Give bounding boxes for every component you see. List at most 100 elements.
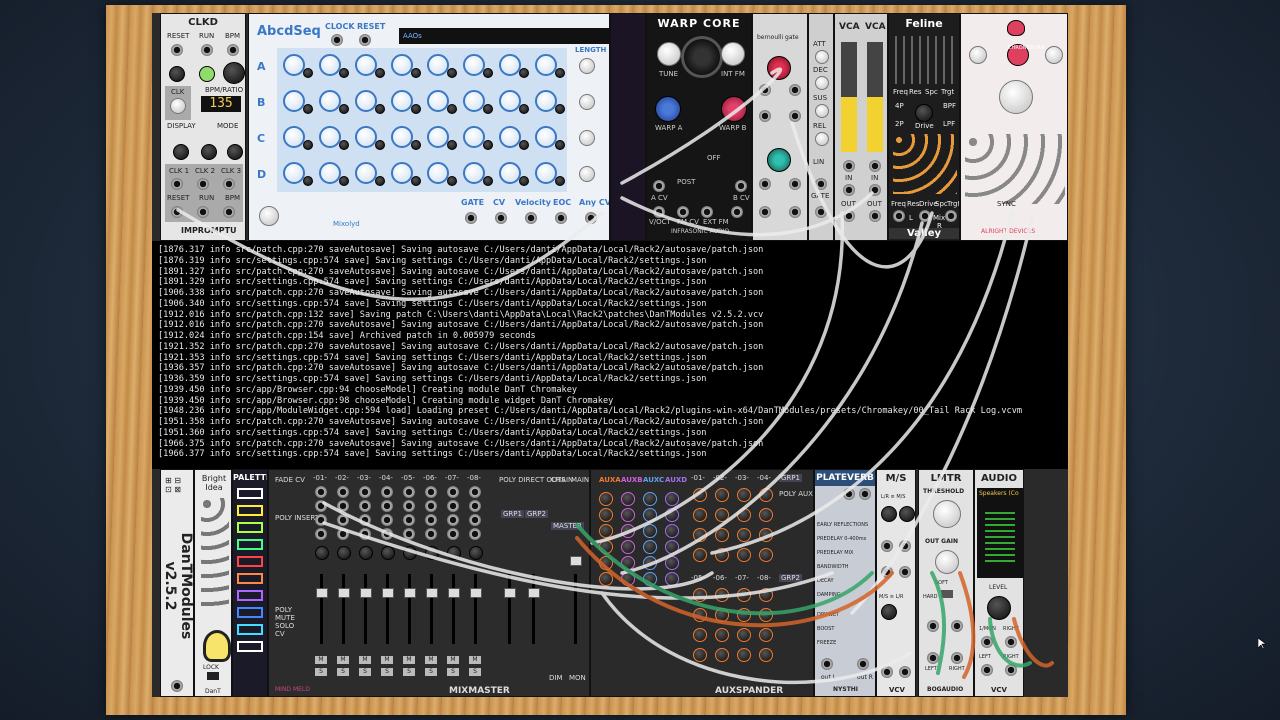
- mixmaster-mute-button[interactable]: M: [337, 656, 349, 664]
- mixmaster-pan-knob[interactable]: [469, 546, 483, 560]
- lmtr-right-in-jack[interactable]: [951, 620, 963, 632]
- mixmaster-channel-jack[interactable]: [381, 514, 393, 526]
- auxspander-channel-send-knob[interactable]: [715, 628, 729, 642]
- warpcore-fmcv-jack[interactable]: [677, 206, 689, 218]
- abcdseq-step-knob[interactable]: [499, 90, 521, 112]
- abcdseq-step-gate-button[interactable]: [339, 140, 349, 150]
- chronoburn-knob-1[interactable]: [969, 46, 987, 64]
- auxspander-send-knob[interactable]: [643, 508, 657, 522]
- abcdseq-step-gate-button[interactable]: [519, 176, 529, 186]
- palette-swatch[interactable]: [237, 590, 263, 601]
- abcdseq-step-knob[interactable]: [535, 54, 557, 76]
- auxspander-send-knob[interactable]: [599, 492, 613, 506]
- abcdseq-step-gate-button[interactable]: [339, 68, 349, 78]
- abcdseq-step-knob[interactable]: [463, 54, 485, 76]
- abcdseq-step-knob[interactable]: [391, 162, 413, 184]
- vca-cv-jack-2[interactable]: [869, 160, 881, 172]
- bernoulli-in-jack-2[interactable]: [759, 178, 771, 190]
- mixmaster-solo-button[interactable]: S: [315, 668, 327, 676]
- auxspander-send-knob[interactable]: [665, 540, 679, 554]
- feline-sliders[interactable]: [895, 36, 955, 84]
- abcdseq-reset-jack[interactable]: [359, 34, 371, 46]
- mixmaster-channel-jack[interactable]: [447, 486, 459, 498]
- auxspander-send-knob[interactable]: [665, 524, 679, 538]
- bernoulli-prob-knob-2[interactable]: [767, 148, 791, 172]
- abcdseq-step-knob[interactable]: [427, 54, 449, 76]
- lmtr-knee-switch[interactable]: [941, 590, 953, 598]
- auxspander-channel-send-knob[interactable]: [759, 488, 773, 502]
- abcdseq-step-gate-button[interactable]: [411, 140, 421, 150]
- feline-mix-jack[interactable]: [919, 210, 931, 222]
- abcdseq-step-gate-button[interactable]: [303, 176, 313, 186]
- ms-encode-knob[interactable]: [881, 506, 897, 522]
- abcdseq-length-knob[interactable]: [579, 166, 595, 182]
- clkd-display-knob[interactable]: [173, 144, 189, 160]
- mixmaster-channel-jack[interactable]: [447, 514, 459, 526]
- mixmaster-mute-button[interactable]: M: [425, 656, 437, 664]
- warpcore-warpb-knob[interactable]: [721, 96, 747, 122]
- auxspander-channel-send-knob[interactable]: [759, 528, 773, 542]
- abcdseq-step-gate-button[interactable]: [519, 68, 529, 78]
- abcdseq-step-knob[interactable]: [499, 126, 521, 148]
- brightidea-lock-button[interactable]: [207, 672, 219, 680]
- mixmaster-pan-knob[interactable]: [447, 546, 461, 560]
- feline-mode-knob[interactable]: [915, 104, 933, 122]
- warpcore-intfm-knob[interactable]: [721, 42, 745, 66]
- feline-r-in-jack[interactable]: [945, 210, 957, 222]
- mixmaster-channel-jack[interactable]: [381, 500, 393, 512]
- mixmaster-solo-button[interactable]: S: [403, 668, 415, 676]
- mixmaster-fader[interactable]: [426, 588, 438, 598]
- auxspander-send-knob[interactable]: [643, 572, 657, 586]
- abcdseq-step-gate-button[interactable]: [303, 104, 313, 114]
- palette-swatch[interactable]: [237, 488, 263, 499]
- mixmaster-pan-knob[interactable]: [359, 546, 373, 560]
- clkd-bpm-knob[interactable]: [223, 62, 245, 84]
- mixmaster-channel-jack[interactable]: [425, 528, 437, 540]
- bernoulli-p-jack-1[interactable]: [789, 84, 801, 96]
- auxspander-channel-send-knob[interactable]: [737, 488, 751, 502]
- auxspander-channel-send-knob[interactable]: [715, 528, 729, 542]
- abcdseq-length-knob[interactable]: [579, 130, 595, 146]
- mixmaster-mute-button[interactable]: M: [469, 656, 481, 664]
- adsr-dec-knob[interactable]: [815, 76, 829, 90]
- abcdseq-step-gate-button[interactable]: [519, 140, 529, 150]
- abcdseq-step-knob[interactable]: [283, 90, 305, 112]
- clkd-reset-button[interactable]: [169, 66, 185, 82]
- mixmaster-channel-jack[interactable]: [447, 500, 459, 512]
- mixmaster-channel-jack[interactable]: [359, 500, 371, 512]
- ms-left-in-jack[interactable]: [881, 540, 893, 552]
- mixmaster-dim-button[interactable]: DIM: [549, 674, 563, 682]
- clkd-run-out-jack[interactable]: [197, 206, 209, 218]
- abcdseq-gate-jack[interactable]: [465, 212, 477, 224]
- clkd-run-jack[interactable]: [201, 44, 213, 56]
- auxspander-send-knob[interactable]: [599, 524, 613, 538]
- abcdseq-step-knob[interactable]: [535, 126, 557, 148]
- auxspander-send-knob[interactable]: [665, 556, 679, 570]
- auxspander-send-knob[interactable]: [599, 556, 613, 570]
- abcdseq-step-knob[interactable]: [283, 54, 305, 76]
- audio-in-2-jack[interactable]: [1005, 636, 1017, 648]
- audio-out-1-jack[interactable]: [981, 664, 993, 676]
- mixmaster-mon-button[interactable]: MON: [569, 674, 586, 682]
- auxspander-channel-send-knob[interactable]: [693, 588, 707, 602]
- auxspander-channel-send-knob[interactable]: [737, 548, 751, 562]
- clkd-clk-knob[interactable]: [170, 98, 186, 114]
- palette-swatch[interactable]: [237, 539, 263, 550]
- abcdseq-step-gate-button[interactable]: [411, 176, 421, 186]
- mixmaster-channel-jack[interactable]: [469, 514, 481, 526]
- auxspander-send-knob[interactable]: [665, 572, 679, 586]
- audio-in-1-jack[interactable]: [981, 636, 993, 648]
- dantmodules-jack[interactable]: [171, 680, 183, 692]
- auxspander-channel-send-knob[interactable]: [715, 608, 729, 622]
- abcdseq-step-knob[interactable]: [319, 90, 341, 112]
- auxspander-channel-send-knob[interactable]: [693, 648, 707, 662]
- bernoulli-outa-jack-2[interactable]: [759, 206, 771, 218]
- abcdseq-step-gate-button[interactable]: [447, 104, 457, 114]
- warpcore-tune-knob[interactable]: [657, 42, 681, 66]
- mixmaster-channel-jack[interactable]: [359, 486, 371, 498]
- abcdseq-eoc-jack[interactable]: [555, 212, 567, 224]
- lmtr-left-out-jack[interactable]: [927, 652, 939, 664]
- mixmaster-pan-knob[interactable]: [425, 546, 439, 560]
- auxspander-channel-send-knob[interactable]: [759, 648, 773, 662]
- auxspander-send-knob[interactable]: [665, 492, 679, 506]
